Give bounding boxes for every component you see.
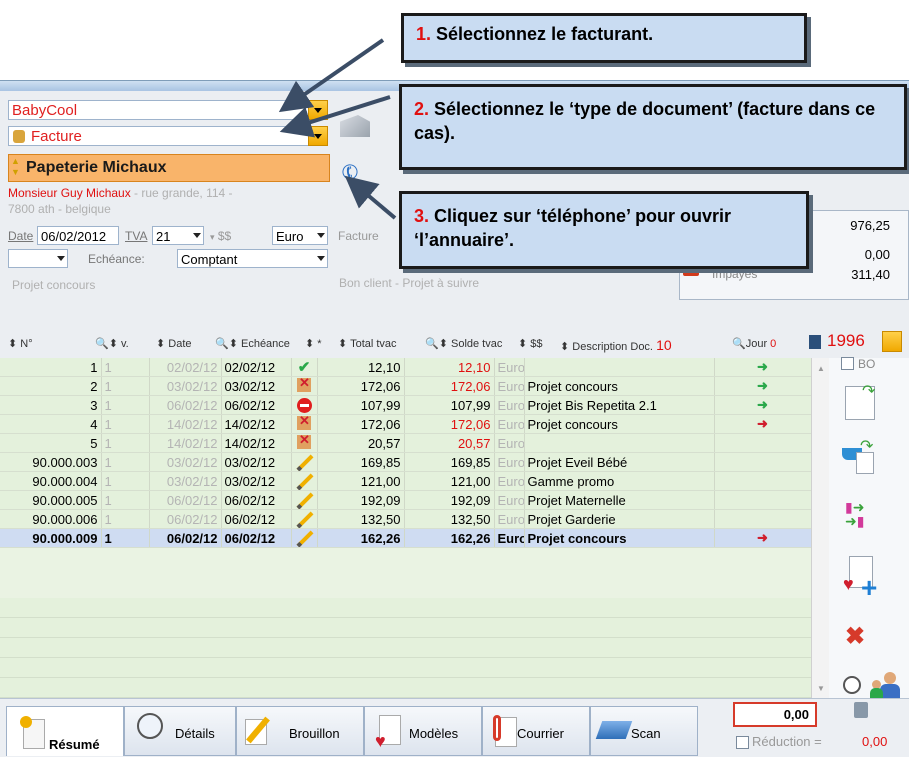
arrow-3	[344, 175, 397, 220]
arrow-1	[278, 38, 385, 113]
arrow-2	[279, 95, 391, 138]
callout-arrows	[278, 38, 397, 220]
